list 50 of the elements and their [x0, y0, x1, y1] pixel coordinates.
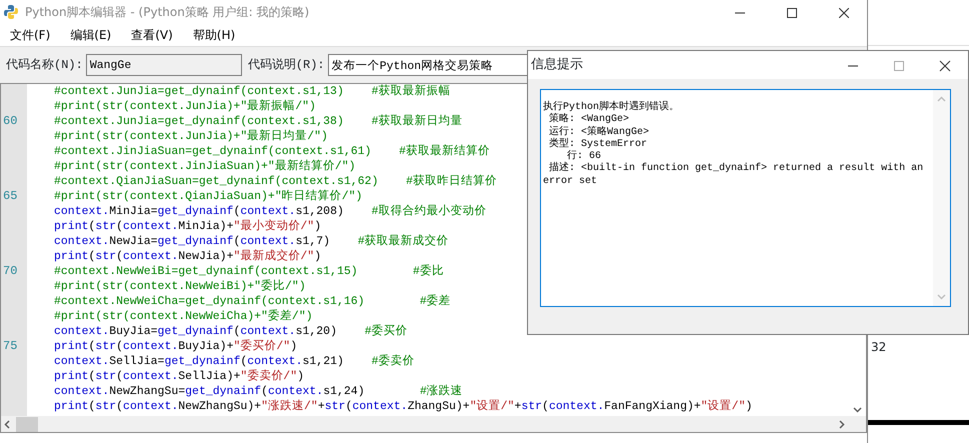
python-logo-icon	[3, 4, 19, 20]
code-line: context.SellJia=get_dynainf(context.s1,21) #委卖价	[54, 354, 414, 369]
scroll-left-icon[interactable]	[4, 420, 10, 428]
code-line: context.NewZhangSu=get_dynainf(context.s1,24) #涨跌速	[54, 384, 463, 399]
code-line: context.NewJia=get_dynainf(context.s1,7) #获取最新成交价	[54, 234, 449, 249]
line-number: 70	[2, 264, 18, 279]
code-line: #context.QianJiaSuan=get_dynainf(context.s1,62) #获取昨日结算价	[54, 174, 497, 189]
message-line: 描述: <built-in function get_dynainf> returned a result with an error set	[543, 163, 924, 188]
code-line: #context.JunJia=get_dynainf(context.s1,13) #获取最新振幅	[54, 84, 450, 99]
scroll-right-icon[interactable]	[839, 420, 845, 428]
maximize-icon	[787, 8, 797, 18]
code-line: #print(str(context.NewWeiCha)+"委差/")	[54, 309, 313, 324]
menu-item[interactable]: 查看(V)	[121, 26, 183, 44]
code-line: #context.NewWeiCha=get_dynainf(context.s1,16) #委差	[54, 294, 451, 309]
code-line: #print(str(context.JinJiaSuan)+"最新结算价/")	[54, 159, 356, 174]
code-line: #context.NewWeiBi=get_dynainf(context.s1,15) #委比	[54, 264, 444, 279]
message-line: 运行: <策略WangGe>	[548, 126, 650, 138]
code-line: print(str(context.NewJia)+"最新成交价/")	[54, 249, 322, 264]
line-number: 65	[2, 189, 18, 204]
menu-item[interactable]: 编辑(E)	[60, 26, 122, 44]
close-icon	[839, 8, 849, 18]
code-line: #print(str(context.QianJiaSuan)+"昨日结算价/")	[54, 189, 362, 204]
close-icon	[939, 60, 951, 72]
code-line: context.BuyJia=get_dynainf(context.s1,20) #委买价	[54, 324, 408, 339]
message-line: 类型: SystemError	[548, 138, 648, 150]
message-line: 执行Python脚本时遇到错误。	[543, 102, 680, 113]
code-line: context.MinJia=get_dynainf(context.s1,208) #取得合约最小变动价	[54, 204, 486, 219]
background-text: 32	[871, 340, 886, 354]
code-line: #context.JinJiaSuan=get_dynainf(context.s1,61) #获取最新结算价	[54, 144, 490, 159]
scroll-down-icon[interactable]	[853, 407, 862, 413]
code-line: #context.JunJia=get_dynainf(context.s1,38) #获取最新日均量	[54, 114, 462, 129]
window-title: Python脚本编辑器 - (Python策略 用户组: 我的策略)	[25, 4, 310, 21]
message-line: 策略: <WangGe>	[548, 114, 630, 126]
maximize-icon	[894, 60, 904, 71]
code-line: print(str(context.SellJia)+"委卖价/")	[54, 369, 304, 384]
line-number: 60	[2, 114, 18, 129]
code-line: #print(str(context.JunJia)+"最新日均量/")	[54, 129, 328, 144]
scrollbar-thumb[interactable]	[16, 416, 38, 432]
code-line: print(str(context.BuyJia)+"委买价/")	[54, 339, 298, 354]
code-line: print(str(context.NewZhangSu)+"涨跌速/"+str(context.ZhangSu)+"设置/"+str(context.FanFangXiang)+"设置/")	[54, 399, 752, 414]
menu-item[interactable]: 文件(F)	[0, 26, 60, 44]
code-line: #print(str(context.JunJia)+"最新振幅/")	[54, 99, 316, 114]
field-label: 代码说明(R):	[248, 57, 325, 74]
field-label: 代码名称(N):	[6, 57, 83, 74]
menu-item[interactable]: 帮助(H)	[182, 26, 246, 44]
code-line: print(str(context.MinJia)+"最小变动价/")	[54, 219, 322, 234]
code-line: #print(str(context.NewWeiBi)+"委比/")	[54, 279, 306, 294]
message-line: 行: 66	[567, 151, 602, 162]
dialog-title: 信息提示	[531, 56, 583, 74]
line-number: 75	[2, 339, 18, 354]
